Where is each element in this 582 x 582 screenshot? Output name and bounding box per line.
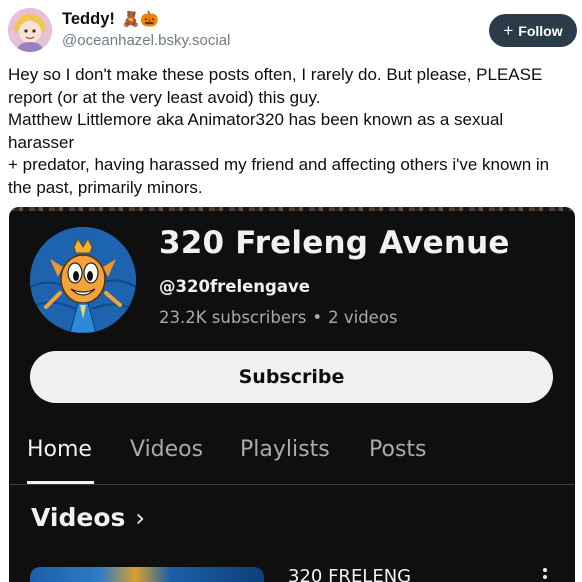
tab-playlists: Playlists	[240, 437, 330, 462]
cartoon-character-icon	[30, 227, 136, 333]
tab-posts: Posts	[369, 437, 427, 462]
subscriber-count: 23.2K subscribers	[159, 308, 307, 327]
more-vertical-icon	[540, 568, 550, 582]
subscribe-button: Subscribe	[30, 351, 553, 403]
channel-avatar	[30, 227, 136, 333]
avatar-illustration-icon	[8, 8, 52, 52]
post-text-line: Matthew Littlemore aka Animator320 has b…	[8, 110, 504, 152]
channel-stats: 23.2K subscribers • 2 videos	[159, 308, 398, 327]
author-emoji: 🧸🎃	[121, 11, 159, 28]
videos-section-heading: Videos ›	[31, 503, 145, 532]
tab-home: Home	[27, 437, 92, 462]
video-count: 2 videos	[328, 308, 398, 327]
channel-handle: @320frelengave	[159, 277, 310, 296]
follow-button-label: Follow	[518, 22, 563, 39]
channel-name: 320 Freleng Avenue	[159, 225, 510, 261]
video-thumbnail	[30, 567, 264, 582]
tab-videos: Videos	[130, 437, 204, 462]
image-top-strip	[9, 207, 575, 211]
follow-button[interactable]: + Follow	[489, 14, 577, 47]
stats-separator: •	[312, 308, 323, 327]
embedded-youtube-screenshot[interactable]: 320 Freleng Avenue @320frelengave 23.2K …	[9, 207, 575, 582]
author-avatar[interactable]	[8, 8, 52, 52]
author-display-name[interactable]: Teddy! 🧸🎃	[62, 10, 159, 29]
post-header: Teddy! 🧸🎃 @oceanhazel.bsky.social + Foll…	[0, 0, 582, 62]
chevron-right-icon: ›	[135, 503, 145, 532]
video-title: 320 FRELENG	[288, 566, 412, 582]
post-text-line: + predator, having harassed my friend an…	[8, 155, 550, 197]
author-name-text: Teddy!	[62, 10, 115, 28]
channel-tabs: Home Videos Playlists Posts	[9, 425, 575, 485]
section-title-text: Videos	[31, 503, 126, 532]
active-tab-indicator	[27, 481, 94, 484]
post-text-line: Hey so I don't make these posts often, I…	[8, 65, 543, 107]
author-handle[interactable]: @oceanhazel.bsky.social	[62, 32, 230, 49]
plus-icon: +	[503, 21, 514, 40]
post-text: Hey so I don't make these posts often, I…	[8, 64, 574, 199]
